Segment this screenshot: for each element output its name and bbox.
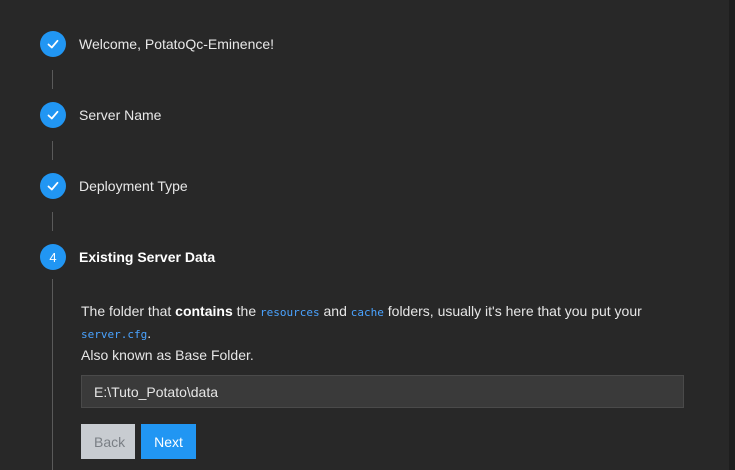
step-label: Welcome, PotatoQc-Eminence! xyxy=(79,36,275,52)
desc-text: Also known as Base Folder. xyxy=(81,347,254,363)
step-description: The folder that contains the resources a… xyxy=(81,301,700,366)
scrollbar-track[interactable] xyxy=(729,0,735,470)
step-complete-badge xyxy=(40,31,66,57)
code-cache: cache xyxy=(350,306,384,319)
step-existing-server-data: 4 Existing Server Data The folder that c… xyxy=(40,243,700,470)
step-label: Deployment Type xyxy=(79,178,188,194)
desc-text: . xyxy=(147,325,152,341)
step-welcome: Welcome, PotatoQc-Eminence! xyxy=(40,30,700,58)
step-complete-badge xyxy=(40,173,66,199)
stepper: Welcome, PotatoQc-Eminence! Server Name … xyxy=(40,30,700,470)
check-icon xyxy=(47,181,59,191)
step-label: Server Name xyxy=(79,107,162,123)
desc-bold-text: contains xyxy=(175,303,233,319)
step-connector xyxy=(52,141,53,160)
desc-text: and xyxy=(319,303,351,319)
check-icon xyxy=(47,110,59,120)
step-deployment-type: Deployment Type xyxy=(40,172,700,200)
step-server-name: Server Name xyxy=(40,101,700,129)
step-connector xyxy=(52,212,53,231)
step-label: Existing Server Data xyxy=(79,249,216,265)
desc-text: folders, usually it's here that you put … xyxy=(383,303,642,319)
desc-text: The folder that xyxy=(81,303,176,319)
next-button[interactable]: Next xyxy=(141,424,196,459)
code-server-cfg: server.cfg xyxy=(81,328,148,341)
base-folder-field xyxy=(81,375,684,408)
setup-wizard: Welcome, PotatoQc-Eminence! Server Name … xyxy=(0,0,735,470)
step-connector xyxy=(52,70,53,89)
step-number-badge: 4 xyxy=(40,244,66,270)
step-complete-badge xyxy=(40,102,66,128)
base-folder-input[interactable] xyxy=(94,383,683,400)
check-icon xyxy=(47,39,59,49)
code-resources: resources xyxy=(260,306,320,319)
step-content: The folder that contains the resources a… xyxy=(52,279,700,470)
step-actions: Back Next xyxy=(81,424,700,459)
back-button[interactable]: Back xyxy=(81,424,135,459)
desc-text: the xyxy=(232,303,260,319)
